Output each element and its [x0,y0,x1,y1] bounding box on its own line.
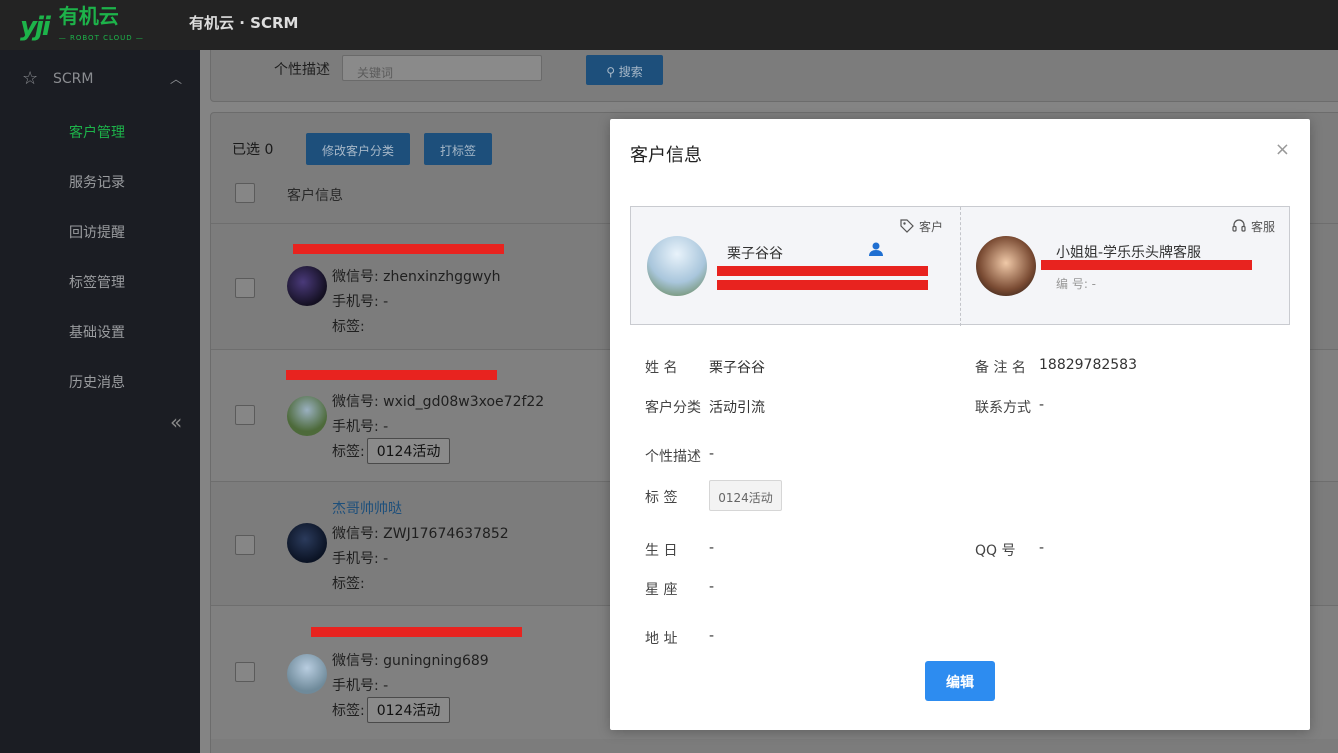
row-checkbox[interactable] [235,662,255,682]
edit-button[interactable]: 编辑 [925,661,995,701]
remark-label: 备 注 名 [975,360,1026,376]
remark-value: 18829782583 [1039,357,1137,373]
select-all-checkbox[interactable] [235,183,255,203]
contact-value: - [1039,397,1045,413]
category-value: 活动引流 [709,400,765,416]
birthday-label: 生 日 [645,543,678,559]
service-id: 编 号: - [1056,277,1097,291]
tag-icon [900,219,914,233]
redaction-bar [293,244,504,254]
customer-type-label: 客户 [919,220,944,234]
search-button[interactable]: ⚲ 搜索 [586,55,663,85]
wechat-id: 微信号: guningning689 [332,653,489,669]
address-value: - [709,628,715,644]
column-customer-info: 客户信息 [287,188,343,204]
address-label: 地 址 [645,631,678,647]
service-nickname: 小姐姐-学乐乐头牌客服 [1056,245,1202,261]
zodiac-label: 星 座 [645,582,678,598]
phone-number: 手机号: - [332,551,389,567]
wechat-id: 微信号: zhenxinzhggwyh [332,269,501,285]
name-label: 姓 名 [645,360,678,376]
app-title: 有机云 · SCRM [189,14,299,32]
avatar [287,654,327,694]
sidebar-item-tag-management[interactable]: 标签管理 [69,272,125,292]
person-icon [868,241,884,261]
top-bar: yji 有机云 — ROBOT CLOUD — 有机云 · SCRM [0,0,1338,50]
avatar [287,523,327,563]
qq-label: QQ 号 [975,543,1016,559]
phone-number: 手机号: - [332,419,389,435]
sidebar-item-service-records[interactable]: 服务记录 [69,172,125,192]
avatar [287,266,327,306]
category-label: 客户分类 [645,400,701,416]
tag-chip[interactable]: 0124活动 [366,697,451,723]
customer-name-link[interactable]: 杰哥帅帅哒 [332,498,402,518]
sidebar-item-customers[interactable]: 客户管理 [69,122,125,142]
profile-cards: 客户 栗子谷谷 客服 小姐姐-学乐乐头牌客服 编 号: - [630,206,1290,326]
redaction-bar [1041,260,1252,270]
redaction-bar [717,280,928,290]
row-checkbox[interactable] [235,278,255,298]
card-divider [960,207,961,326]
sidebar-item-basic-settings[interactable]: 基础设置 [69,322,125,342]
contact-label: 联系方式 [975,400,1031,416]
phone-number: 手机号: - [332,678,389,694]
customer-type-tag: 客户 [899,218,943,235]
row-checkbox[interactable] [235,535,255,555]
modal-title: 客户信息 [630,145,702,166]
tag-chip[interactable]: 0124活动 [709,480,782,511]
star-icon: ☆ [22,68,39,89]
headset-icon [1232,219,1246,232]
collapse-sidebar-icon[interactable]: « [170,410,182,434]
wechat-id: 微信号: ZWJ17674637852 [332,526,509,542]
logo-subtitle: — ROBOT CLOUD — [58,34,144,42]
customer-nickname: 栗子谷谷 [727,246,783,262]
redaction-bar [286,370,497,380]
wechat-id: 微信号: wxid_gd08w3xoe72f22 [332,394,545,410]
phone-number: 手机号: - [332,294,389,310]
logo-name: 有机云 [58,4,119,28]
tags-label: 标签: [332,444,365,460]
sidebar-section-scrm[interactable]: ☆ SCRM ︿ [22,68,182,90]
close-icon[interactable]: × [1275,139,1290,160]
logo-text: 有机云 — ROBOT CLOUD — [59,6,144,48]
sidebar-section-label: SCRM [53,71,94,87]
redaction-bar [311,627,522,637]
tags-label: 标签: [332,576,365,592]
description-value: - [709,446,715,462]
service-type-label: 客服 [1251,220,1276,234]
description-label: 个性描述 [645,449,701,465]
name-value: 栗子谷谷 [709,360,765,376]
chevron-up-icon: ︿ [169,72,182,86]
row-checkbox[interactable] [235,405,255,425]
tags-label: 标 签 [645,490,678,506]
search-button-label: 搜索 [618,65,643,79]
tags-label: 标签: [332,319,365,335]
service-avatar [976,236,1036,296]
customer-info-modal: 客户信息 × 客户 栗子谷谷 客服 小姐姐-学乐乐头牌客服 编 号: - 姓 名… [610,119,1310,730]
customer-avatar [647,236,707,296]
logo[interactable]: yji 有机云 — ROBOT CLOUD — [20,6,144,48]
logo-mark: yji [20,12,51,42]
avatar [287,396,327,436]
zodiac-value: - [709,579,715,595]
change-category-button[interactable]: 修改客户分类 [306,133,410,165]
add-tag-button[interactable]: 打标签 [424,133,492,165]
tags-label: 标签: [332,703,365,719]
sidebar-item-history-messages[interactable]: 历史消息 [69,372,125,392]
keyword-search-input[interactable]: 关键词 [342,55,542,81]
qq-value: - [1039,540,1045,556]
search-icon: ⚲ [606,65,619,79]
redaction-bar [717,266,928,276]
sidebar-item-followup-reminders[interactable]: 回访提醒 [69,222,125,242]
sidebar: ☆ SCRM ︿ 客户管理 服务记录 回访提醒 标签管理 基础设置 历史消息 « [0,50,200,753]
tag-chip[interactable]: 0124活动 [366,438,451,464]
selected-count: 已选 0 [232,142,274,158]
filter-label: 个性描述 [274,62,330,78]
service-type-tag: 客服 [1231,218,1275,235]
birthday-value: - [709,540,715,556]
